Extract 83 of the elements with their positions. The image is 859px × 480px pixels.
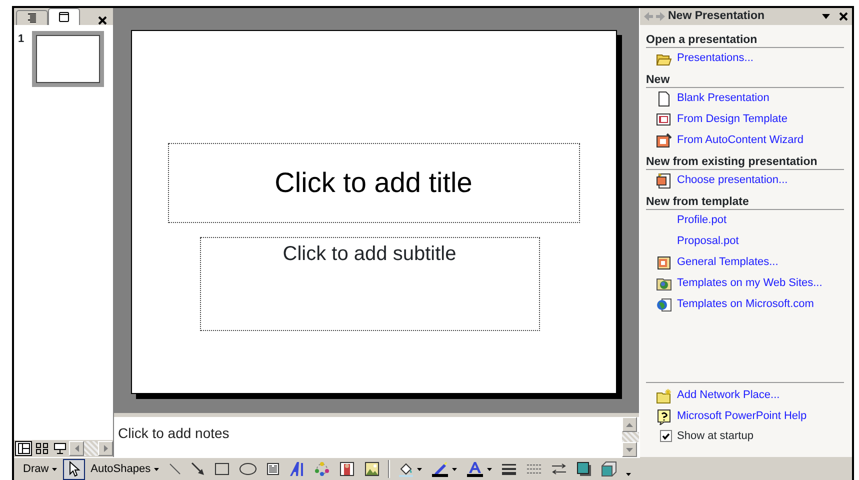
line-weights-icon <box>500 462 517 476</box>
scroll-right-button[interactable] <box>98 441 113 456</box>
menu-button[interactable]: AutoShapes <box>88 458 162 480</box>
rectangle-icon <box>214 462 230 476</box>
caret-icon <box>486 468 492 470</box>
wizard-icon <box>656 132 672 148</box>
outline-icon <box>26 12 38 24</box>
slide-show-icon <box>52 442 66 455</box>
caret-icon <box>154 468 159 470</box>
notes-placeholder: Click to add notes <box>118 425 230 441</box>
task-pane-link[interactable]: From Design Template <box>677 111 788 128</box>
task-pane-title: New Presentation <box>668 8 766 24</box>
right-arrow-icon <box>104 445 108 452</box>
slide-sorter-icon <box>34 442 48 455</box>
dropdown-icon[interactable] <box>822 14 830 19</box>
task-pane-link[interactable]: Blank Presentation <box>677 90 770 107</box>
title-placeholder[interactable]: Click to add title <box>168 142 580 222</box>
select-button[interactable] <box>62 458 85 480</box>
section-heading: Open a presentation <box>646 33 844 48</box>
slide-tab[interactable] <box>48 8 80 25</box>
slide-number: 1 <box>18 32 26 47</box>
arrow-icon <box>190 462 205 476</box>
section-heading: New <box>646 73 844 88</box>
caret-icon <box>416 468 422 470</box>
section-heading: New from template <box>646 195 844 210</box>
presentation-icon <box>656 172 672 188</box>
slide-sorter-button[interactable] <box>33 441 50 456</box>
close-button[interactable] <box>98 16 107 25</box>
notes-pane[interactable]: Click to add notes <box>114 417 639 457</box>
menu-button[interactable]: Draw <box>20 458 60 480</box>
text-box-icon <box>266 462 280 476</box>
task-pane-link[interactable]: Templates on Microsoft.com <box>677 296 814 313</box>
cube-icon <box>600 461 617 477</box>
checkbox[interactable] <box>660 430 672 442</box>
scroll-down-button[interactable] <box>622 442 637 457</box>
checkbox-label: Show at startup <box>677 428 754 444</box>
wordart-icon <box>288 461 305 477</box>
slide-icon <box>58 11 70 23</box>
network-folder-icon <box>656 388 672 404</box>
task-pane-link[interactable]: Choose presentation... <box>677 172 788 189</box>
down-arrow-icon <box>626 448 633 452</box>
clip-art-icon <box>338 461 355 477</box>
task-pane-link[interactable]: Add Network Place... <box>677 387 780 404</box>
shadow-square-icon <box>576 461 592 477</box>
letter-icon <box>466 461 484 477</box>
scroll-left-button[interactable] <box>69 441 84 456</box>
task-pane-link[interactable]: From AutoContent Wizard <box>677 132 804 149</box>
task-pane-link[interactable]: Profile.pot <box>677 212 727 229</box>
slide-show-button[interactable] <box>51 441 68 456</box>
caret-icon <box>626 472 631 476</box>
line-icon <box>168 462 182 476</box>
paint-bucket-icon <box>398 461 414 477</box>
web-folder-icon <box>656 276 672 292</box>
template-icon <box>656 112 672 128</box>
pen-icon <box>430 461 449 477</box>
outline-tab[interactable] <box>16 10 48 25</box>
scroll-track[interactable] <box>84 441 98 456</box>
picture-icon <box>364 461 380 477</box>
help-icon <box>656 408 672 424</box>
scroll-track[interactable] <box>622 432 639 442</box>
task-pane-link[interactable]: Microsoft PowerPoint Help <box>677 408 807 425</box>
task-pane-link[interactable]: Templates on my Web Sites... <box>677 275 822 292</box>
double-arrow-icon <box>550 462 567 476</box>
task-pane-link[interactable]: Proposal.pot <box>677 233 739 250</box>
template-icon <box>656 254 672 270</box>
normal-view-icon <box>16 442 30 455</box>
close-icon[interactable] <box>839 12 848 21</box>
caret-icon <box>452 468 457 470</box>
normal-view-button[interactable] <box>15 441 32 456</box>
up-arrow-icon <box>626 422 633 426</box>
slide-thumbnail[interactable] <box>32 31 104 87</box>
diagram-icon <box>314 461 330 477</box>
scroll-up-button[interactable] <box>622 417 637 432</box>
left-arrow-icon <box>74 445 78 452</box>
dashed-lines-icon <box>526 462 542 476</box>
page-icon <box>656 90 672 106</box>
task-pane-link[interactable]: Presentations... <box>677 50 754 67</box>
caret-icon <box>52 468 57 470</box>
oval-icon <box>238 462 257 476</box>
globe-icon <box>656 296 672 312</box>
task-pane-link[interactable]: General Templates... <box>677 254 778 271</box>
section-heading: New from existing presentation <box>646 155 844 170</box>
subtitle-placeholder[interactable]: Click to add subtitle <box>200 236 540 330</box>
